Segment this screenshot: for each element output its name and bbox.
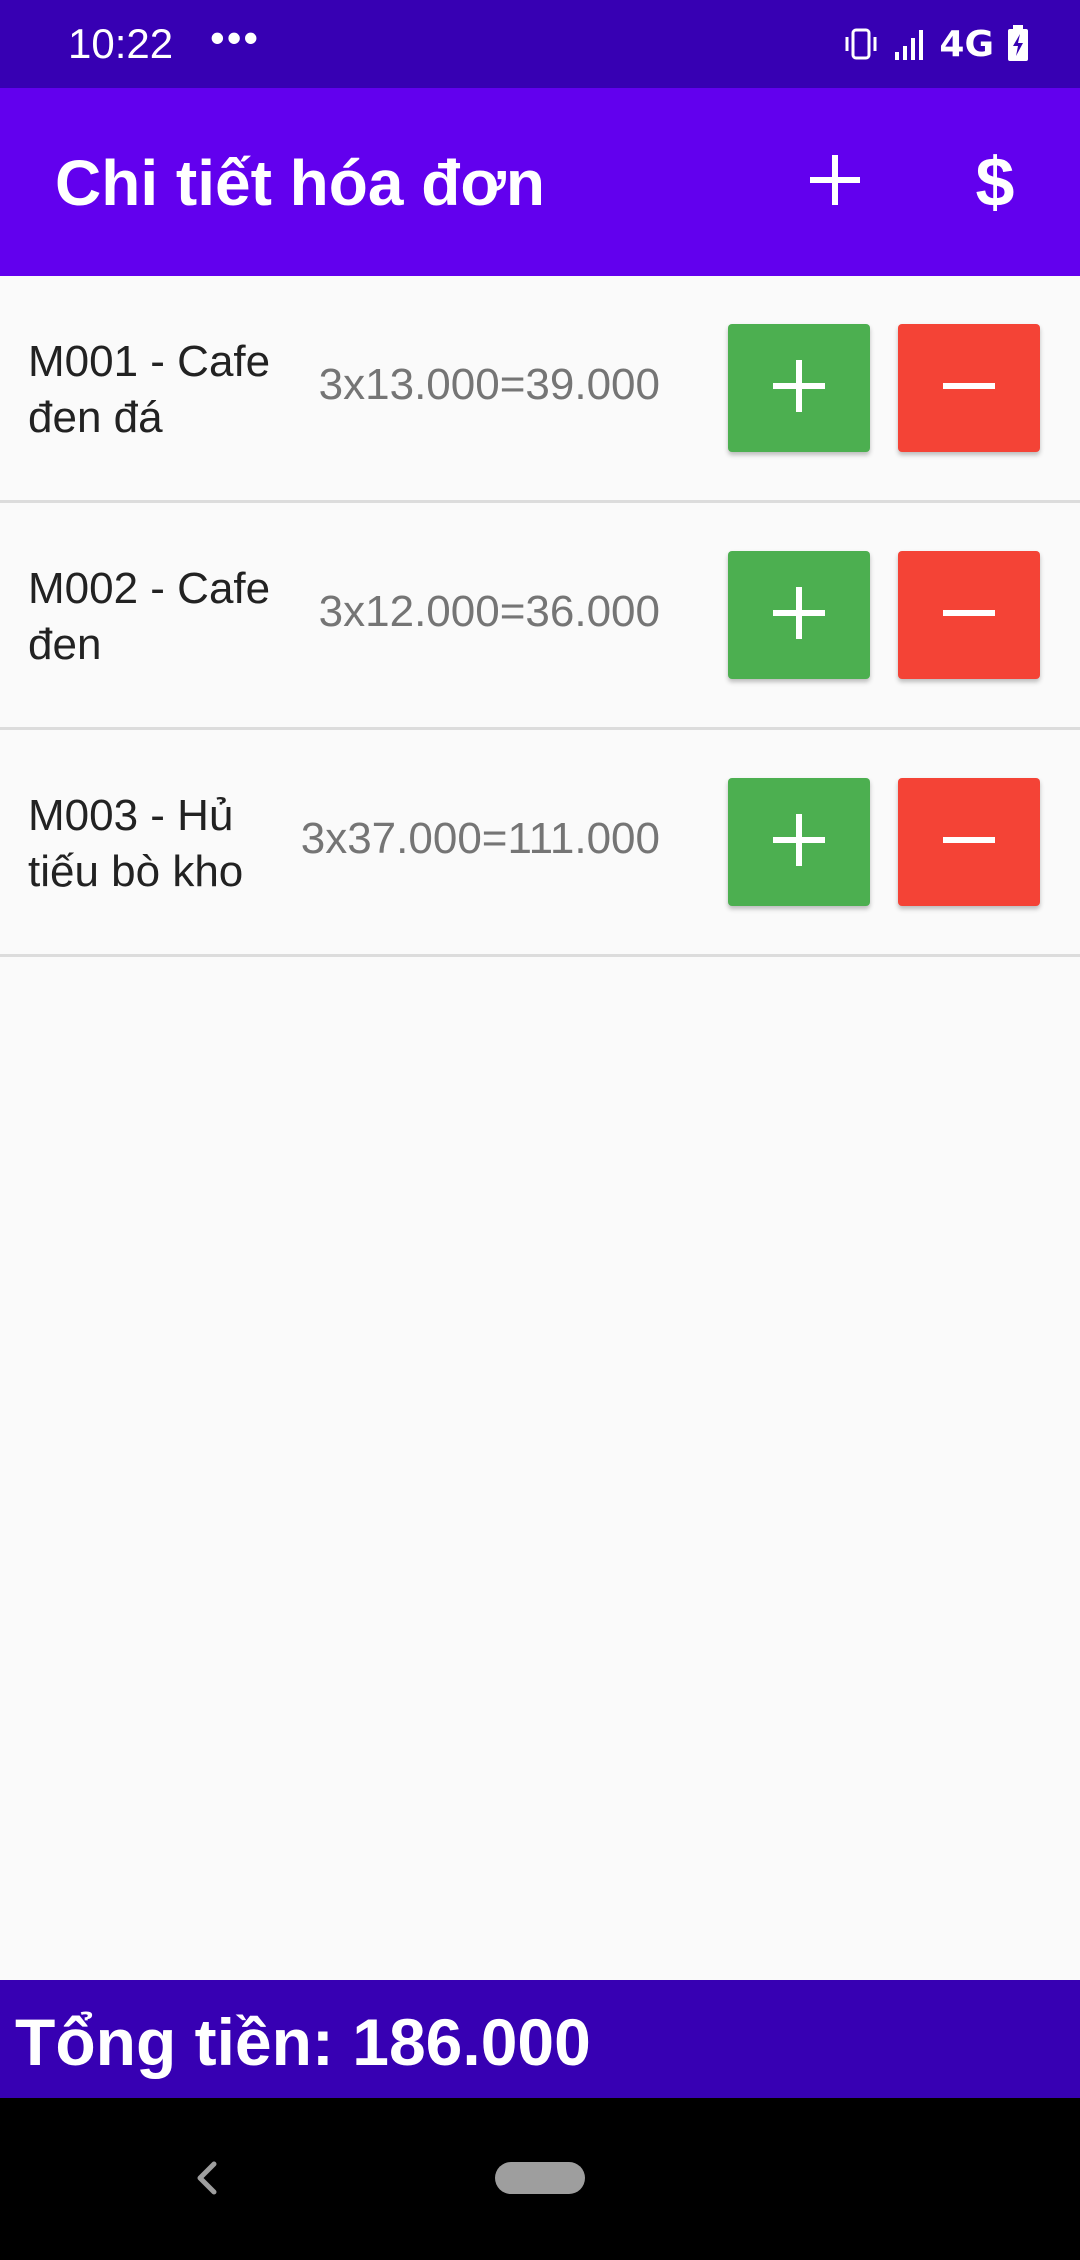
increase-quantity-button[interactable] bbox=[728, 324, 870, 452]
page-title: Chi tiết hóa đơn bbox=[55, 147, 545, 219]
notification-dots: ••• bbox=[210, 14, 261, 61]
signal-icon bbox=[891, 26, 927, 62]
total-bar: Tổng tiền: 186.000 bbox=[0, 1980, 1080, 2098]
battery-icon bbox=[1006, 25, 1030, 63]
list-item: M002 - Cafe đen 3x12.000=36.000 bbox=[0, 503, 1080, 730]
increase-quantity-button[interactable] bbox=[728, 778, 870, 906]
status-bar: 10:22 ••• 4G bbox=[0, 0, 1080, 88]
item-subtotal: 3x13.000=39.000 bbox=[318, 360, 660, 409]
decrease-quantity-button[interactable] bbox=[898, 778, 1040, 906]
item-subtotal: 3x37.000=111.000 bbox=[300, 814, 660, 863]
list-item: M001 - Cafe đen đá 3x13.000=39.000 bbox=[0, 276, 1080, 503]
minus-icon bbox=[943, 587, 995, 644]
item-name: M003 - Hủ tiếu bò kho bbox=[28, 791, 244, 896]
plus-icon bbox=[773, 813, 825, 871]
plus-icon bbox=[773, 586, 825, 644]
minus-icon bbox=[943, 814, 995, 871]
order-item-list: M001 - Cafe đen đá 3x13.000=39.000 M002 … bbox=[0, 276, 1080, 957]
checkout-button[interactable]: $ bbox=[945, 132, 1045, 232]
total-amount: Tổng tiền: 186.000 bbox=[15, 2005, 591, 2079]
status-time: 10:22 bbox=[68, 20, 174, 67]
navigation-bar bbox=[0, 2098, 1080, 2260]
dollar-icon: $ bbox=[975, 143, 1015, 221]
network-type: 4G bbox=[939, 23, 994, 65]
item-name: M001 - Cafe đen đá bbox=[28, 337, 271, 442]
status-icons: 4G bbox=[843, 22, 1030, 66]
plus-icon bbox=[773, 359, 825, 417]
back-icon[interactable] bbox=[190, 2158, 226, 2203]
app-bar: Chi tiết hóa đơn $ bbox=[0, 88, 1080, 276]
item-subtotal: 3x12.000=36.000 bbox=[318, 587, 660, 636]
decrease-quantity-button[interactable] bbox=[898, 551, 1040, 679]
decrease-quantity-button[interactable] bbox=[898, 324, 1040, 452]
minus-icon bbox=[943, 360, 995, 417]
vibrate-icon bbox=[843, 26, 879, 62]
item-name: M002 - Cafe đen bbox=[28, 564, 271, 669]
add-icon bbox=[808, 153, 862, 212]
add-item-button[interactable] bbox=[785, 132, 885, 232]
home-button[interactable] bbox=[495, 2162, 585, 2194]
increase-quantity-button[interactable] bbox=[728, 551, 870, 679]
list-item: M003 - Hủ tiếu bò kho 3x37.000=111.000 bbox=[0, 730, 1080, 957]
